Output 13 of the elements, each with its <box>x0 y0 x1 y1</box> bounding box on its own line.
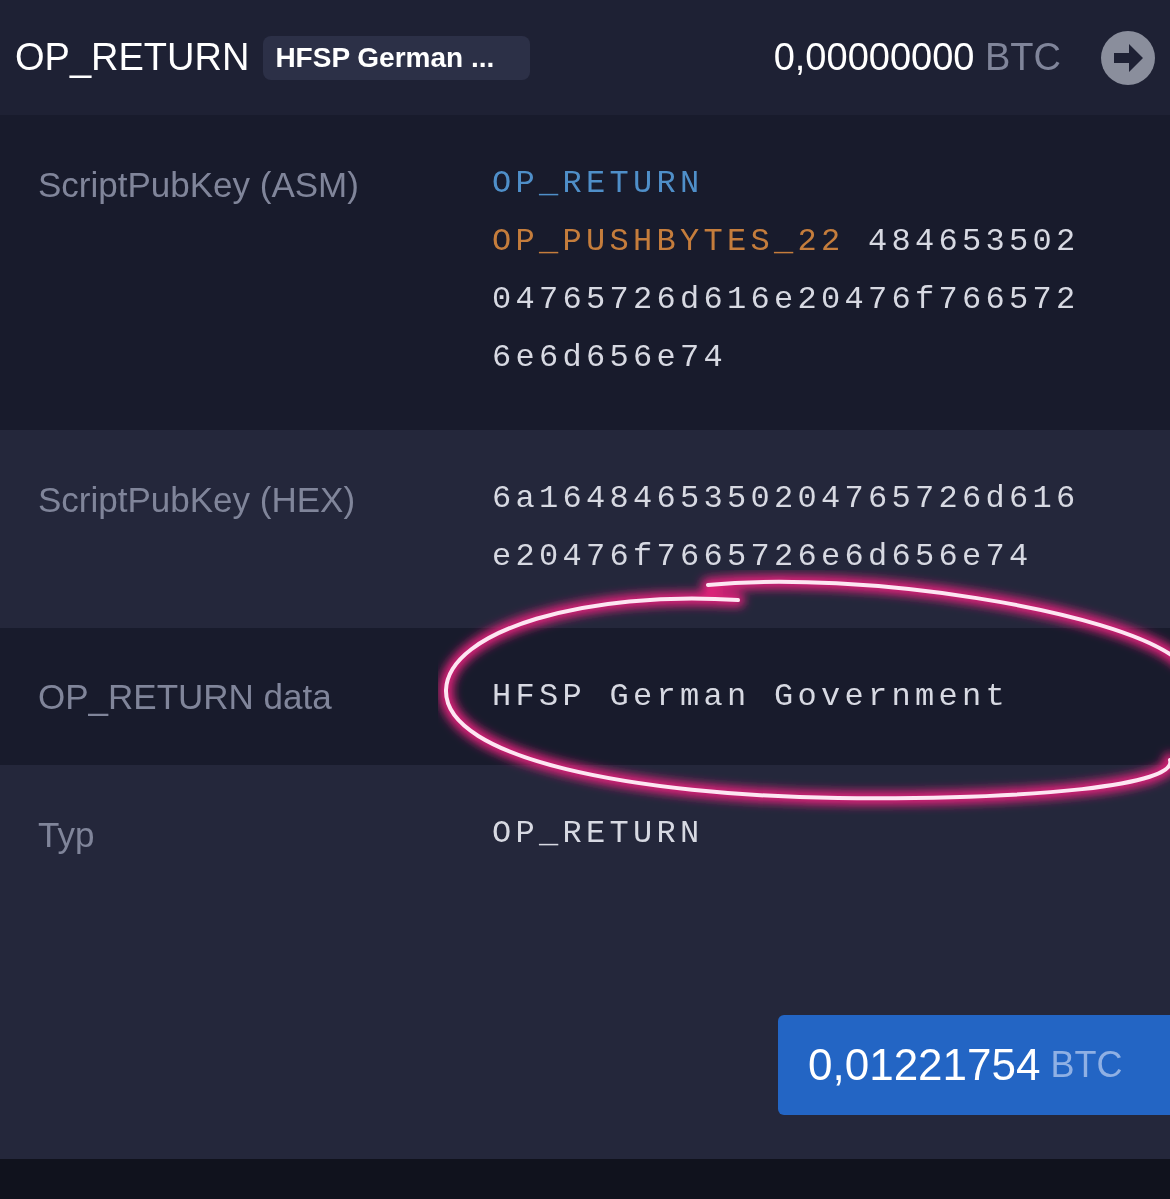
field-value: 6a1648465350204765726d616e20476f7665726e6d656e74 <box>492 479 1081 577</box>
field-label: ScriptPubKey (HEX) <box>37 479 357 521</box>
field-label: ScriptPubKey (ASM) <box>37 164 360 206</box>
field-label: Typ <box>37 814 96 856</box>
field-label: OP_RETURN data <box>37 676 333 717</box>
total-amount: 0,01221754 BTC <box>778 1015 1170 1115</box>
script-asm: OP_RETURN OP_PUSHBYTES_22 48465350204765726d616e20476f7665726e6d656e74 <box>492 164 1081 378</box>
field-value: OP_RETURN <box>492 814 705 854</box>
field-value: HFSP German Government <box>492 676 1011 717</box>
output-type: OP_RETURN <box>15 36 250 79</box>
output-amount: 0,00000000 BTC <box>773 36 1061 79</box>
arrow-right-icon[interactable] <box>1101 30 1155 85</box>
data-badge: HFSP German ... <box>263 35 531 80</box>
